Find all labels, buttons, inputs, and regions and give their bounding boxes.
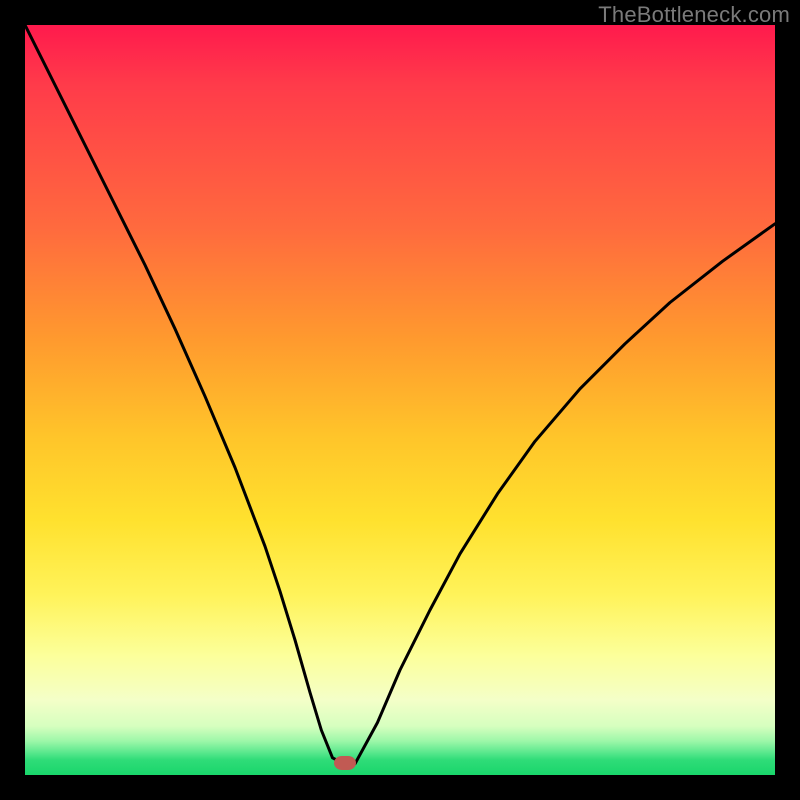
optimal-point-marker bbox=[334, 756, 356, 770]
curve-layer bbox=[25, 25, 775, 775]
plot-area bbox=[25, 25, 775, 775]
watermark-text: TheBottleneck.com bbox=[598, 2, 790, 28]
bottleneck-curve bbox=[25, 25, 775, 764]
chart-frame: TheBottleneck.com bbox=[0, 0, 800, 800]
